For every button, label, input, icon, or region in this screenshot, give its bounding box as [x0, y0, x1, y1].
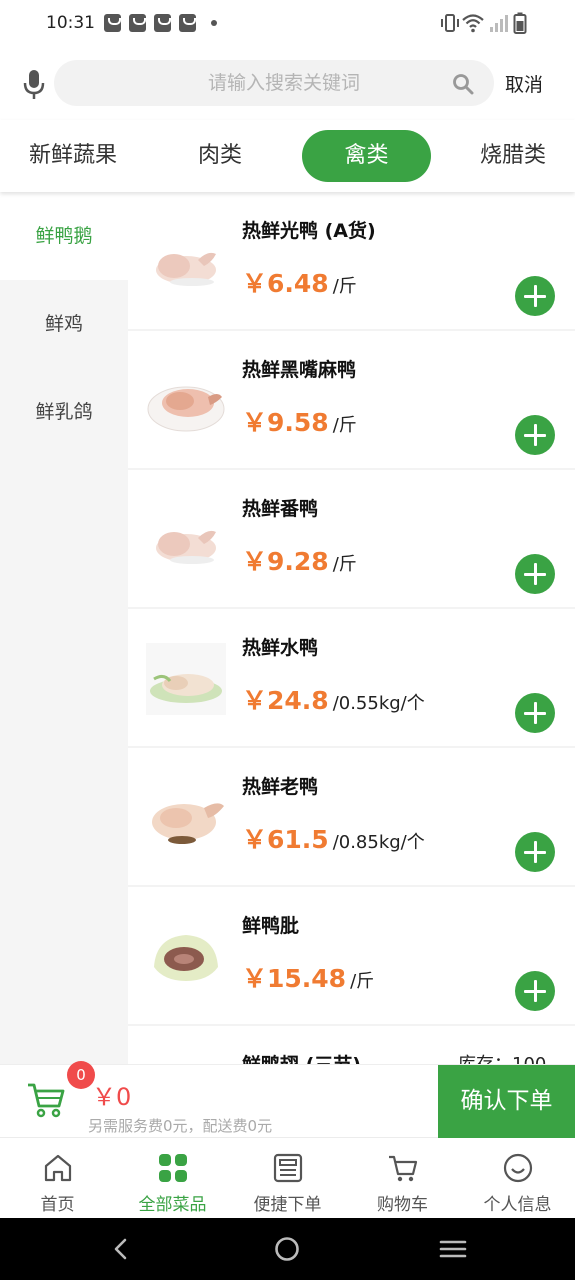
grid-icon [159, 1154, 187, 1182]
product-name: 鲜鸭肶 [242, 915, 300, 937]
product-name: 热鲜老鸭 [242, 776, 319, 798]
product-card[interactable]: 热鲜光鸭 (A货) ￥6.48/斤 [128, 192, 575, 331]
status-bar: 10:31 [0, 0, 575, 48]
product-card[interactable]: 热鲜番鸭 ￥9.28/斤 [128, 470, 575, 609]
signal-icon [490, 15, 508, 32]
notification-icon [104, 14, 121, 32]
product-image [147, 386, 225, 432]
product-price: ￥9.58 [242, 408, 329, 437]
search-box [54, 60, 494, 106]
back-icon[interactable] [110, 1237, 132, 1261]
sidebar-item-pigeon[interactable]: 鲜乳鸽 [0, 368, 128, 456]
battery-icon [513, 12, 527, 34]
product-price: ￥61.5 [242, 825, 329, 854]
product-name: 热鲜光鸭 (A货) [242, 220, 376, 242]
nav-quick-order[interactable]: 便捷下单 [230, 1138, 345, 1219]
nav-cart[interactable]: 购物车 [345, 1138, 460, 1219]
profile-icon [503, 1153, 533, 1183]
search-input[interactable] [54, 60, 454, 106]
cart-count-badge: 0 [67, 1061, 95, 1089]
vibrate-icon [441, 14, 459, 32]
tab-fresh-produce[interactable]: 新鲜蔬果 [14, 130, 132, 182]
product-card[interactable]: 热鲜水鸭 ￥24.8/0.55kg/个 [128, 609, 575, 748]
sidebar-item-chicken[interactable]: 鲜鸡 [0, 280, 128, 368]
product-name: 热鲜黑嘴麻鸭 [242, 359, 357, 381]
product-card[interactable]: 热鲜黑嘴麻鸭 ￥9.58/斤 [128, 331, 575, 470]
recent-apps-icon[interactable] [439, 1238, 467, 1260]
home-icon [44, 1154, 72, 1182]
product-stock: 库存：100 [458, 1050, 546, 1064]
notification-icon [154, 14, 171, 32]
sidebar-item-duck-goose[interactable]: 鲜鸭鹅 [0, 192, 128, 280]
nav-label: 首页 [40, 1195, 75, 1215]
product-list: 热鲜光鸭 (A货) ￥6.48/斤 热鲜黑嘴麻鸭 ￥9.58/斤 热鲜番鸭 ￥9… [128, 192, 575, 1064]
product-name: 热鲜番鸭 [242, 498, 319, 520]
notification-icon [129, 14, 146, 32]
home-circle-icon[interactable] [274, 1236, 300, 1262]
product-card[interactable]: 鲜鸭肶 ￥15.48/斤 [128, 887, 575, 1026]
fee-note: 另需服务费0元，配送费0元 [88, 1117, 273, 1135]
nav-label: 购物车 [377, 1195, 428, 1215]
cart-icon[interactable] [26, 1079, 66, 1119]
cart-total: ￥0 [92, 1083, 132, 1111]
bottom-navigation: 首页 全部菜品 便捷下单 购物车 个人信息 [0, 1137, 575, 1218]
product-unit: /斤 [350, 971, 375, 992]
product-price: ￥15.48 [242, 964, 347, 993]
product-price: ￥9.28 [242, 547, 329, 576]
product-unit: /斤 [332, 415, 357, 436]
add-to-cart-button[interactable] [515, 276, 555, 316]
tab-roast[interactable]: 烧腊类 [460, 130, 566, 182]
cart-summary-bar: 0 ￥0 另需服务费0元，配送费0元 确认下单 [0, 1061, 575, 1138]
system-navigation-bar [0, 1218, 575, 1280]
add-to-cart-button[interactable] [515, 971, 555, 1011]
search-icon[interactable] [452, 73, 474, 95]
add-to-cart-button[interactable] [515, 832, 555, 872]
product-card[interactable]: 鲜鸭翅 (三节) 库存：100 [128, 1026, 575, 1064]
product-image [156, 530, 216, 564]
nav-label: 个人信息 [483, 1195, 552, 1215]
product-unit: /斤 [332, 554, 357, 575]
product-name: 热鲜水鸭 [242, 637, 319, 659]
product-price: ￥6.48 [242, 269, 329, 298]
add-to-cart-button[interactable] [515, 554, 555, 594]
confirm-order-button[interactable]: 确认下单 [438, 1065, 575, 1138]
tab-poultry[interactable]: 禽类 [302, 130, 431, 182]
order-list-icon [273, 1153, 303, 1183]
product-image [156, 252, 216, 286]
product-unit: /0.85kg/个 [332, 832, 425, 853]
status-time: 10:31 [46, 13, 95, 33]
tab-meat[interactable]: 肉类 [160, 130, 280, 182]
more-notifications-icon [211, 20, 217, 26]
search-bar: 取消 [0, 48, 575, 120]
product-image [154, 935, 218, 981]
add-to-cart-button[interactable] [515, 415, 555, 455]
nav-label: 全部菜品 [138, 1195, 207, 1215]
product-name: 鲜鸭翅 (三节) [242, 1050, 361, 1064]
product-unit: /0.55kg/个 [332, 693, 425, 714]
subcategory-sidebar: 鲜鸭鹅 鲜鸡 鲜乳鸽 [0, 192, 128, 1064]
wifi-icon [462, 14, 484, 33]
product-unit: /斤 [332, 276, 357, 297]
product-image [152, 803, 224, 844]
product-price: ￥24.8 [242, 686, 329, 715]
nav-label: 便捷下单 [253, 1195, 322, 1215]
product-card[interactable]: 热鲜老鸭 ￥61.5/0.85kg/个 [128, 748, 575, 887]
cart-icon [389, 1155, 418, 1182]
add-to-cart-button[interactable] [515, 693, 555, 733]
nav-profile[interactable]: 个人信息 [460, 1138, 575, 1219]
microphone-icon[interactable] [22, 68, 46, 100]
product-image [146, 643, 226, 715]
notification-icon [179, 14, 196, 32]
nav-all-dishes[interactable]: 全部菜品 [115, 1138, 230, 1219]
nav-home[interactable]: 首页 [0, 1138, 115, 1219]
category-tabs: 新鲜蔬果 肉类 禽类 烧腊类 [0, 120, 575, 192]
cancel-button[interactable]: 取消 [505, 70, 543, 97]
